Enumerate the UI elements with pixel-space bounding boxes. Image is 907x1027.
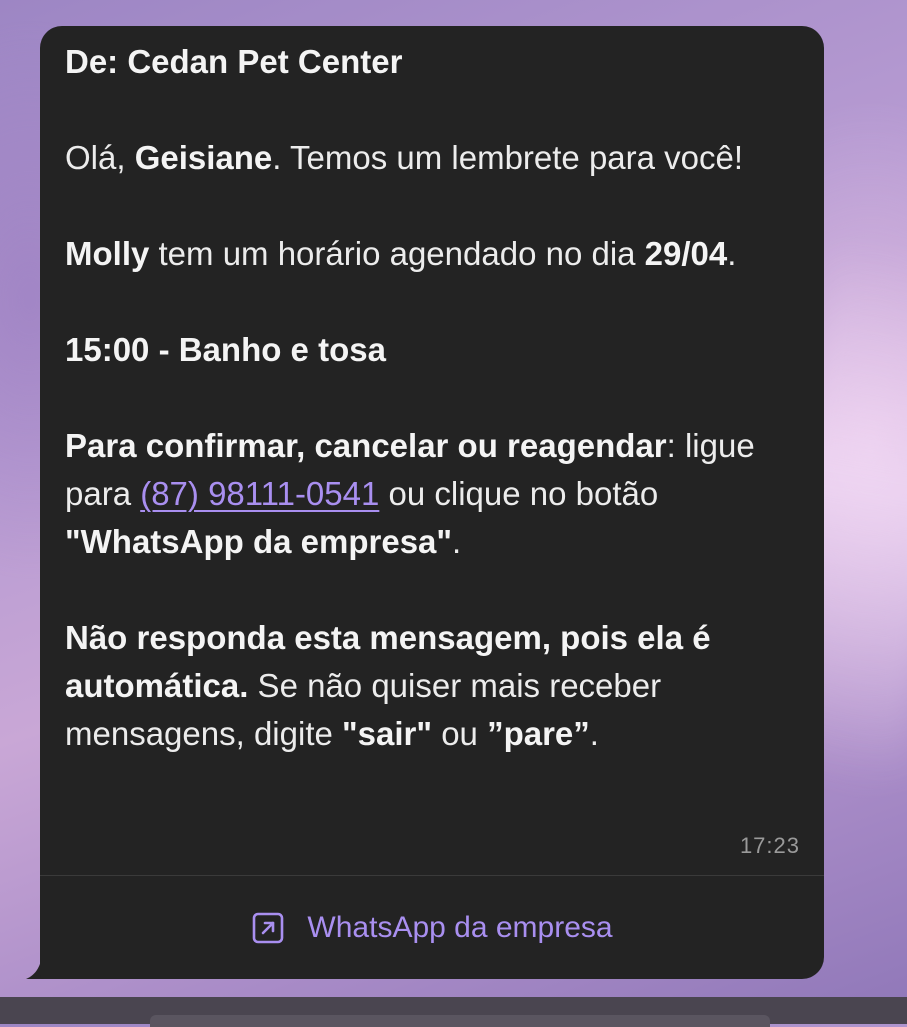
instructions-end: . (452, 523, 462, 560)
service-paragraph: 15:00 - Banho e tosa (65, 326, 805, 374)
or-text: ou (432, 715, 488, 752)
appointment-date-suffix: . (727, 235, 737, 272)
composer-edge (150, 1015, 770, 1027)
appointment-text: tem um horário agendado no dia (149, 235, 645, 272)
message-bubble[interactable]: De: Cedan Pet Center Olá, Geisiane. Temo… (40, 26, 824, 979)
customer-name: Geisiane (134, 139, 273, 176)
auto-notice-end: . (589, 715, 599, 752)
sender-line: De: Cedan Pet Center (65, 38, 805, 86)
whatsapp-business-button[interactable]: WhatsApp da empresa (40, 876, 824, 979)
appointment-date: 29/04 (644, 235, 728, 272)
sender-text: De: Cedan Pet Center (65, 43, 403, 80)
message-timestamp: 17:23 (739, 833, 800, 858)
stop-word-sair: "sair" (342, 715, 433, 752)
external-link-icon (251, 911, 285, 945)
pet-name: Molly (65, 235, 150, 272)
composer-bar (0, 997, 907, 1027)
instructions-click: ou clique no botão (379, 475, 659, 512)
greeting-suffix: . Temos um lembrete para você! (272, 139, 744, 176)
phone-number-link[interactable]: (87) 98111-0541 (140, 475, 379, 512)
instructions-button-name: "WhatsApp da empresa" (65, 523, 453, 560)
greeting-paragraph: Olá, Geisiane. Temos um lembrete para vo… (65, 134, 805, 182)
stop-word-pare: ”pare” (487, 715, 590, 752)
appointment-paragraph: Molly tem um horário agendado no dia 29/… (65, 230, 805, 278)
instructions-paragraph: Para confirmar, cancelar ou reagendar: l… (65, 422, 805, 566)
instructions-colon: : (666, 427, 676, 464)
instructions-bold: Para confirmar, cancelar ou reagendar (65, 427, 667, 464)
whatsapp-business-button-label: WhatsApp da empresa (307, 910, 613, 944)
service-line: 15:00 - Banho e tosa (65, 331, 386, 368)
message-body: De: Cedan Pet Center Olá, Geisiane. Temo… (65, 38, 805, 758)
auto-notice-paragraph: Não responda esta mensagem, pois ela é a… (65, 614, 805, 758)
greeting-prefix: Olá, (65, 139, 135, 176)
